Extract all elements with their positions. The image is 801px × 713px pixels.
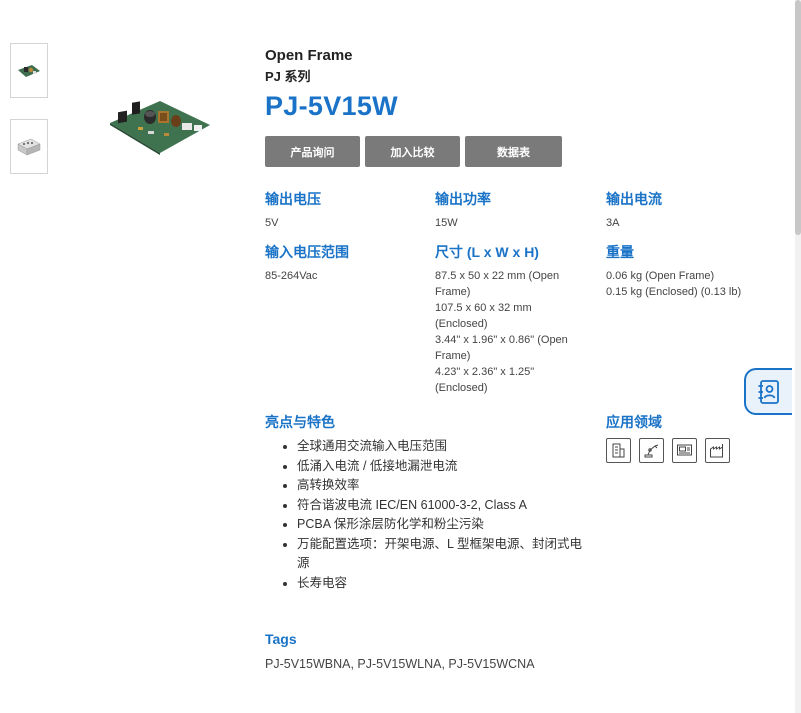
- product-image: [110, 101, 210, 155]
- spec-label: 输出电压: [265, 191, 321, 207]
- list-item: 低涌入电流 / 低接地漏泄电流: [297, 457, 591, 477]
- spec-label: 重量: [606, 244, 634, 260]
- spec-value-line: 3.44" x 1.96" x 0.86" (Open Frame): [435, 334, 568, 362]
- tags-title: Tags: [265, 631, 297, 647]
- product-model: PJ-5V15W: [265, 91, 398, 121]
- list-item: 高转换效率: [297, 476, 591, 496]
- spec-output-voltage: 输出电压 5V: [265, 190, 425, 231]
- product-category: Open Frame: [265, 47, 353, 64]
- contact-card-icon: [758, 379, 779, 404]
- page-scrollbar[interactable]: [795, 0, 801, 713]
- spec-label: 输出功率: [435, 191, 491, 207]
- spec-label: 输入电压范围: [265, 244, 349, 260]
- thumbnail-enclosed[interactable]: [10, 119, 48, 174]
- spec-output-power: 输出功率 15W: [435, 190, 595, 231]
- highlights-list: 全球通用交流输入电压范围 低涌入电流 / 低接地漏泄电流 高转换效率 符合谐波电…: [281, 437, 591, 593]
- applications-title: 应用领域: [606, 414, 662, 430]
- thumbnail-open-frame[interactable]: [10, 43, 48, 98]
- list-item: 全球通用交流输入电压范围: [297, 437, 591, 457]
- monitor-device-icon[interactable]: [672, 438, 697, 463]
- spec-label: 输出电流: [606, 191, 662, 207]
- inquiry-button[interactable]: 产品询问: [265, 136, 360, 167]
- spec-value: 5V: [265, 217, 279, 229]
- factory-icon[interactable]: [705, 438, 730, 463]
- highlights-title: 亮点与特色: [265, 414, 335, 430]
- spec-label: 尺寸 (L x W x H): [435, 244, 539, 260]
- product-series: PJ 系列: [265, 69, 311, 84]
- spec-weight: 重量 0.06 kg (Open Frame) 0.15 kg (Enclose…: [606, 243, 776, 300]
- spec-value-line: 107.5 x 60 x 32 mm (Enclosed): [435, 302, 532, 330]
- scrollbar-thumb[interactable]: [795, 0, 801, 235]
- spec-value-line: 87.5 x 50 x 22 mm (Open Frame): [435, 270, 560, 298]
- spec-output-current: 输出电流 3A: [606, 190, 766, 231]
- pcb-thumbnail-icon: [18, 64, 40, 77]
- datasheet-button[interactable]: 数据表: [465, 136, 562, 167]
- spec-value: 85-264Vac: [265, 270, 318, 282]
- contact-floating-button[interactable]: [744, 368, 792, 415]
- building-icon[interactable]: [606, 438, 631, 463]
- tags-value: PJ-5V15WBNA, PJ-5V15WLNA, PJ-5V15WCNA: [265, 657, 535, 671]
- robot-arm-icon[interactable]: [639, 438, 664, 463]
- spec-value-line: 4.23" x 2.36" x 1.25" (Enclosed): [435, 366, 535, 394]
- spec-value: 3A: [606, 217, 620, 229]
- action-buttons: 产品询问 加入比较 数据表: [265, 136, 562, 167]
- enclosed-unit-thumbnail-icon: [17, 138, 41, 155]
- product-header: Open Frame PJ 系列 PJ-5V15W: [265, 46, 765, 122]
- list-item: 长寿电容: [297, 574, 591, 594]
- list-item: PCBA 保形涂层防化学和粉尘污染: [297, 515, 591, 535]
- spec-value: 15W: [435, 217, 458, 229]
- spec-value-line: 0.15 kg (Enclosed) (0.13 lb): [606, 286, 742, 298]
- spec-dimensions: 尺寸 (L x W x H) 87.5 x 50 x 22 mm (Open F…: [435, 243, 585, 396]
- spec-input-range: 输入电压范围 85-264Vac: [265, 243, 425, 284]
- add-compare-button[interactable]: 加入比较: [365, 136, 460, 167]
- list-item: 符合谐波电流 IEC/EN 61000-3-2, Class A: [297, 496, 591, 516]
- spec-value-line: 0.06 kg (Open Frame): [606, 270, 715, 282]
- list-item: 万能配置选项：开架电源、L 型框架电源、封闭式电源: [297, 535, 591, 574]
- applications-icons: [606, 438, 730, 463]
